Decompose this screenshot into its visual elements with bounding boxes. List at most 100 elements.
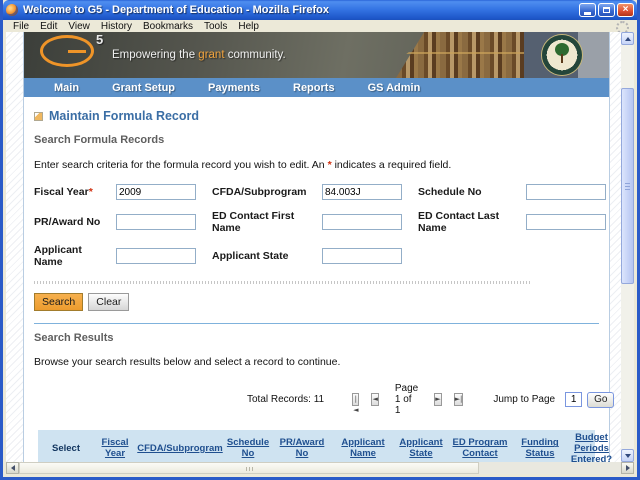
column-header-ed-program-contact[interactable]: ED Program Contact <box>448 430 512 462</box>
menu-bookmarks[interactable]: Bookmarks <box>143 21 193 32</box>
menu-help[interactable]: Help <box>238 21 259 32</box>
column-label-budget-periods-entered[interactable]: Budget Periods Entered? <box>569 433 614 462</box>
column-header-funding-status[interactable]: Funding Status <box>512 430 568 462</box>
browser-window: Welcome to G5 - Department of Education … <box>0 0 640 480</box>
jump-to-page-input[interactable] <box>565 392 582 407</box>
column-header-select: Select <box>38 430 94 462</box>
restore-button[interactable] <box>598 3 615 17</box>
title-bar[interactable]: Welcome to G5 - Department of Education … <box>3 0 637 20</box>
nav-item-grant-setup[interactable]: Grant Setup <box>112 82 175 94</box>
nav-item-main[interactable]: Main <box>54 82 79 94</box>
dotted-separator <box>34 281 531 284</box>
restore-icon <box>603 7 610 13</box>
search-section-heading: Search Formula Records <box>34 134 599 146</box>
menu-view[interactable]: View <box>68 21 90 32</box>
last-page-button[interactable]: ►| <box>454 393 464 406</box>
page-indicator: Page 1 of 1 <box>395 383 418 416</box>
column-header-applicant-name[interactable]: Applicant Name <box>332 430 394 462</box>
page-title: Maintain Formula Record <box>49 109 199 123</box>
clear-button[interactable]: Clear <box>88 293 129 311</box>
applicant-name-input[interactable] <box>116 248 196 264</box>
results-instruction: Browse your search results below and sel… <box>34 356 599 368</box>
seal-tree-trunk <box>561 54 563 63</box>
schedule-no-input[interactable] <box>526 184 606 200</box>
minimize-button[interactable] <box>579 3 596 17</box>
column-label-ed-program-contact[interactable]: ED Program Contact <box>449 438 511 460</box>
vertical-scroll-thumb[interactable] <box>621 88 634 284</box>
column-header-pr-award-no[interactable]: PR/Award No <box>272 430 332 462</box>
close-icon: × <box>623 5 629 15</box>
search-instruction: Enter search criteria for the formula re… <box>34 159 599 171</box>
arrow-up-icon <box>625 37 631 41</box>
schedule-no-label: Schedule No <box>418 186 516 198</box>
first-page-button[interactable]: |◄ <box>352 393 359 406</box>
column-header-schedule-no[interactable]: Schedule No <box>224 430 272 462</box>
column-label-applicant-name[interactable]: Applicant Name <box>333 438 393 460</box>
total-records-count: 11 <box>314 394 324 405</box>
total-records: Total Records: 11 <box>247 394 324 405</box>
nav-item-reports[interactable]: Reports <box>293 82 335 94</box>
bookshelf-photo <box>396 32 524 78</box>
nav-item-gs-admin[interactable]: GS Admin <box>368 82 421 94</box>
g5-logo-5: 5 <box>96 32 103 47</box>
arrow-right-icon <box>626 465 630 471</box>
banner-tagline: Empowering the grant community. <box>112 49 286 61</box>
column-label-cfda-subprogram[interactable]: CFDA/Subprogram <box>137 444 223 455</box>
column-label-pr-award-no[interactable]: PR/Award No <box>273 438 331 460</box>
page-viewport: 5 Empowering the grant community. Main Gr… <box>6 32 621 462</box>
column-header-fiscal-year[interactable]: Fiscal Year <box>94 430 136 462</box>
column-label-select: Select <box>52 444 80 455</box>
pr-award-no-label: PR/Award No <box>34 216 106 228</box>
next-page-button[interactable]: ► <box>434 393 441 406</box>
horizontal-scroll-thumb[interactable] <box>19 462 479 474</box>
prev-page-button[interactable]: ◄ <box>371 393 378 406</box>
column-label-schedule-no[interactable]: Schedule No <box>225 438 271 460</box>
search-form: Fiscal Year* CFDA/Subprogram Schedule No… <box>34 184 599 268</box>
horizontal-scrollbar[interactable] <box>6 462 634 474</box>
fiscal-year-label: Fiscal Year* <box>34 186 106 198</box>
menu-file[interactable]: File <box>13 21 29 32</box>
applicant-state-label: Applicant State <box>212 250 312 262</box>
column-header-applicant-state[interactable]: Applicant State <box>394 430 448 462</box>
applicant-state-input[interactable] <box>322 248 402 264</box>
page-content: 5 Empowering the grant community. Main Gr… <box>23 32 610 462</box>
cfda-subprogram-input[interactable] <box>322 184 402 200</box>
g5-banner: 5 Empowering the grant community. <box>24 32 609 78</box>
g5-logo-bar <box>68 50 86 53</box>
scroll-down-button[interactable] <box>621 449 634 462</box>
bookshelf-shelf-line <box>396 52 524 54</box>
column-label-fiscal-year[interactable]: Fiscal Year <box>95 438 135 460</box>
go-button[interactable]: Go <box>587 392 614 408</box>
results-section-heading: Search Results <box>34 332 599 344</box>
menu-history[interactable]: History <box>101 21 132 32</box>
vertical-scrollbar[interactable] <box>621 32 634 462</box>
menu-tools[interactable]: Tools <box>204 21 227 32</box>
column-header-budget-periods-entered[interactable]: Budget Periods Entered? <box>568 430 615 462</box>
cfda-subprogram-label: CFDA/Subprogram <box>212 186 312 198</box>
arrow-left-icon <box>11 465 15 471</box>
nav-bar: Main Grant Setup Payments Reports GS Admin <box>24 78 609 97</box>
results-table-header: Select Fiscal YearCFDA/SubprogramSchedule… <box>38 430 595 462</box>
scroll-right-button[interactable] <box>621 462 634 474</box>
ed-contact-last-name-input[interactable] <box>526 214 606 230</box>
results-table: Select Fiscal YearCFDA/SubprogramSchedule… <box>38 430 595 462</box>
close-button[interactable]: × <box>617 3 634 17</box>
nav-item-payments[interactable]: Payments <box>208 82 260 94</box>
applicant-name-label: Applicant Name <box>34 244 106 268</box>
pr-award-no-input[interactable] <box>116 214 196 230</box>
minimize-icon <box>584 12 591 15</box>
jump-to-page-label: Jump to Page <box>493 394 555 405</box>
column-header-cfda-subprogram[interactable]: CFDA/Subprogram <box>136 430 224 462</box>
ed-contact-first-name-label: ED Contact First Name <box>212 210 312 234</box>
column-label-funding-status[interactable]: Funding Status <box>513 438 567 460</box>
scroll-up-button[interactable] <box>621 32 634 45</box>
fiscal-year-input[interactable] <box>116 184 196 200</box>
menu-edit[interactable]: Edit <box>40 21 57 32</box>
window-title: Welcome to G5 - Department of Education … <box>23 4 329 16</box>
arrow-down-icon <box>625 454 631 458</box>
scroll-left-button[interactable] <box>6 462 19 474</box>
column-label-applicant-state[interactable]: Applicant State <box>395 438 447 460</box>
search-button[interactable]: Search <box>34 293 83 311</box>
ed-contact-first-name-input[interactable] <box>322 214 402 230</box>
ed-contact-last-name-label: ED Contact Last Name <box>418 210 516 234</box>
